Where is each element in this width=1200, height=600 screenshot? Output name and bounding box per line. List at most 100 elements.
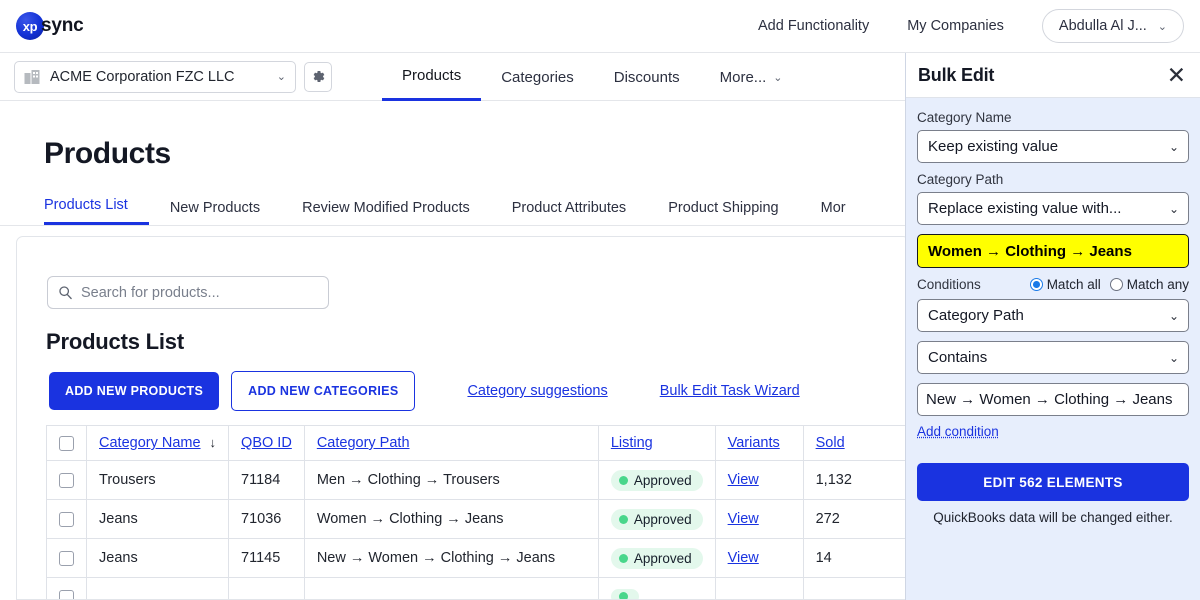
bulk-edit-panel: Bulk Edit ✕ Category Name Keep existing … [905, 53, 1200, 600]
subtab-product-shipping[interactable]: Product Shipping [647, 200, 799, 225]
panel-note: QuickBooks data will be changed either. [933, 510, 1173, 525]
subtab-product-attributes[interactable]: Product Attributes [491, 200, 647, 225]
match-all-radio[interactable]: Match all [1029, 277, 1101, 292]
search-input[interactable]: Search for products... [47, 276, 329, 309]
header-qbo-id-label[interactable]: QBO ID [241, 435, 292, 451]
products-list-heading: Products List [46, 329, 184, 354]
category-path-select-value: Replace existing value with... [928, 200, 1122, 217]
category-name-select[interactable]: Keep existing value ⌄ [917, 130, 1189, 163]
cell-variants[interactable] [714, 577, 804, 599]
header-variants[interactable]: Variants [714, 425, 804, 461]
tab-categories[interactable]: Categories [481, 54, 594, 101]
row-checkbox[interactable] [59, 472, 74, 488]
header-category-name[interactable]: Category Name ↓ [85, 425, 230, 461]
table-row[interactable]: Jeans 71036 Women → Clothing → Jeans App… [46, 499, 909, 539]
match-all-label: Match all [1046, 277, 1101, 292]
status-dot-icon [618, 475, 628, 485]
select-all-checkbox[interactable] [59, 435, 74, 451]
row-checkbox-cell[interactable] [46, 577, 87, 599]
replacement-value-input[interactable]: Women → Clothing → Jeans [917, 234, 1189, 268]
view-variants-link[interactable]: View [728, 550, 759, 566]
header-sold[interactable]: Sold [802, 425, 909, 461]
condition-value-input[interactable]: New → Women → Clothing → Jeans [917, 383, 1189, 416]
cell-qbo-id: 71036 [228, 499, 305, 539]
table-row[interactable]: Jeans 71145 New → Women → Clothing → Jea… [46, 538, 909, 578]
cell-category-path: Men → Clothing → Trousers [303, 460, 599, 500]
edit-elements-button[interactable]: EDIT 562 ELEMENTS [917, 463, 1189, 501]
table-row[interactable] [46, 577, 909, 599]
brand-logo[interactable]: xp sync [16, 12, 84, 40]
close-icon[interactable]: ✕ [1167, 63, 1186, 87]
cell-category-path: New → Women → Clothing → Jeans [303, 538, 599, 578]
header-variants-label[interactable]: Variants [728, 435, 780, 451]
status-badge: Approved [610, 508, 703, 530]
header-category-path[interactable]: Category Path [303, 425, 599, 461]
user-menu-button[interactable]: Abdulla Al J... ⌄ [1041, 9, 1184, 43]
header-category-name-label[interactable]: Category Name [99, 435, 201, 451]
view-variants-link[interactable]: View [728, 472, 759, 488]
subtab-review-modified-products[interactable]: Review Modified Products [281, 200, 491, 225]
cell-sold: 14 [802, 538, 909, 578]
view-variants-link[interactable]: View [728, 511, 759, 527]
sub-tabs: Products List New Products Review Modifi… [0, 189, 910, 226]
add-new-products-button[interactable]: ADD NEW PRODUCTS [49, 372, 220, 410]
header-listing[interactable]: Listing [597, 425, 716, 461]
row-checkbox-cell[interactable] [46, 499, 87, 539]
row-checkbox[interactable] [59, 511, 74, 527]
cell-sold: 272 [802, 499, 909, 539]
status-badge-label: Approved [633, 550, 692, 566]
category-path-label: Category Path [917, 172, 1004, 187]
tab-discounts[interactable]: Discounts [594, 54, 700, 101]
header-qbo-id[interactable]: QBO ID [228, 425, 305, 461]
conditions-row: Conditions Match all Match any [917, 277, 1189, 292]
subtab-more[interactable]: Mor [800, 200, 867, 225]
table-row[interactable]: Trousers 71184 Men → Clothing → Trousers… [46, 460, 909, 500]
condition-field-select[interactable]: Category Path ⌄ [917, 299, 1189, 332]
status-dot-icon [618, 592, 628, 599]
header-sold-label[interactable]: Sold [816, 435, 845, 451]
category-suggestions-link[interactable]: Category suggestions [467, 383, 607, 399]
row-checkbox-cell[interactable] [46, 538, 87, 578]
cell-qbo-id [228, 577, 305, 599]
cell-variants[interactable]: View [714, 538, 804, 578]
chevron-down-icon: ⌄ [773, 71, 783, 84]
settings-button[interactable] [304, 61, 332, 92]
nav-add-functionality[interactable]: Add Functionality [758, 18, 869, 34]
row-checkbox-cell[interactable] [46, 460, 87, 500]
tab-more[interactable]: More... ⌄ [700, 54, 803, 101]
condition-operator-select[interactable]: Contains ⌄ [917, 341, 1189, 374]
header-category-path-label[interactable]: Category Path [317, 435, 410, 451]
building-icon [24, 69, 40, 84]
match-any-radio[interactable]: Match any [1109, 277, 1189, 292]
match-any-label: Match any [1126, 277, 1189, 292]
company-selector[interactable]: ACME Corporation FZC LLC ⌄ [14, 60, 296, 93]
bulk-edit-header: Bulk Edit ✕ [906, 53, 1200, 98]
status-dot-icon [618, 553, 628, 563]
cell-variants[interactable]: View [714, 460, 804, 500]
status-badge: Approved [610, 469, 703, 491]
search-icon [59, 286, 72, 300]
row-checkbox[interactable] [59, 550, 74, 566]
nav-my-companies[interactable]: My Companies [907, 18, 1004, 34]
condition-field-value: Category Path [928, 307, 1024, 324]
radio-selected-icon [1029, 278, 1043, 291]
chevron-down-icon: ⌄ [1168, 201, 1179, 216]
cell-listing: Approved [597, 460, 716, 500]
category-path-select[interactable]: Replace existing value with... ⌄ [917, 192, 1189, 225]
tab-products[interactable]: Products [382, 54, 482, 101]
subtab-products-list[interactable]: Products List [44, 197, 149, 225]
row-checkbox[interactable] [59, 589, 74, 599]
chevron-down-icon: ⌄ [1168, 139, 1179, 154]
cell-sold [802, 577, 909, 599]
subtab-new-products[interactable]: New Products [149, 200, 281, 225]
add-new-categories-button[interactable]: ADD NEW CATEGORIES [231, 371, 416, 411]
tab-more-label: More... [719, 68, 767, 86]
tab-discounts-label: Discounts [613, 68, 680, 86]
cell-variants[interactable]: View [714, 499, 804, 539]
add-condition-link[interactable]: Add condition [917, 424, 999, 439]
header-select-all[interactable] [46, 425, 87, 461]
main-tabs: Products Categories Discounts More... ⌄ [382, 53, 803, 101]
header-listing-label[interactable]: Listing [611, 435, 653, 451]
app-root: xp sync Add Functionality My Companies A… [0, 0, 1200, 600]
bulk-edit-task-wizard-link[interactable]: Bulk Edit Task Wizard [660, 383, 800, 399]
